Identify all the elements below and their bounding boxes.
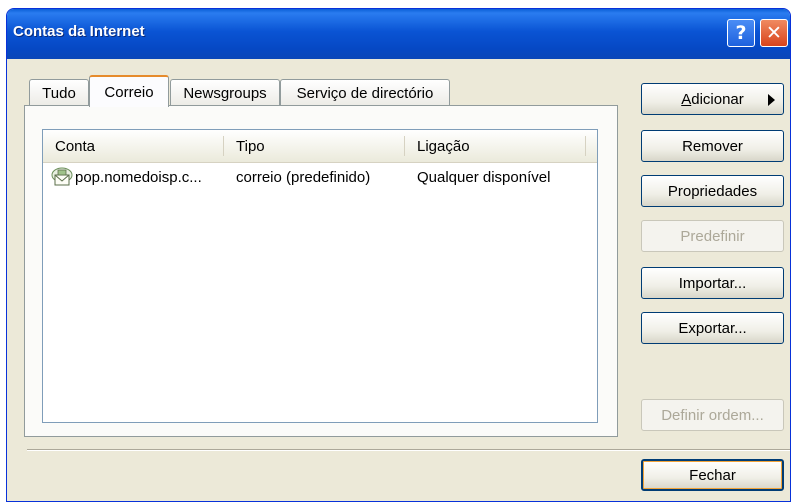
propriedades-button[interactable]: Propriedades xyxy=(641,175,784,207)
column-label: Tipo xyxy=(236,138,265,155)
separator-line xyxy=(27,449,790,451)
tab-servico-de-directorio[interactable]: Serviço de directório xyxy=(280,79,450,106)
column-header-ligacao[interactable]: Ligação xyxy=(405,130,585,163)
adicionar-button[interactable]: Adicionar xyxy=(641,83,784,115)
tab-label: Correio xyxy=(104,83,154,101)
window-title: Contas da Internet xyxy=(13,23,145,40)
adicionar-label: Adicionar xyxy=(681,91,744,108)
accounts-list[interactable]: Conta Tipo Ligação pop.nomedoisp.c... co… xyxy=(42,129,598,423)
tab-newsgroups[interactable]: Newsgroups xyxy=(170,79,280,106)
mail-account-icon xyxy=(51,167,73,186)
tab-label: Serviço de directório xyxy=(296,84,434,102)
tab-label: Tudo xyxy=(42,84,76,102)
tab-label: Newsgroups xyxy=(183,84,267,102)
title-bar[interactable]: Contas da Internet ? ✕ xyxy=(7,9,790,59)
column-separator[interactable] xyxy=(585,136,586,156)
column-header-tipo[interactable]: Tipo xyxy=(224,130,404,163)
remover-button[interactable]: Remover xyxy=(641,130,784,162)
tab-tudo[interactable]: Tudo xyxy=(29,79,89,106)
predefinir-button[interactable]: Predefinir xyxy=(641,220,784,252)
button-label: Importar... xyxy=(678,274,747,292)
button-label: Remover xyxy=(682,137,743,155)
submenu-arrow-icon xyxy=(768,94,775,106)
internet-accounts-dialog: Contas da Internet ? ✕ Tudo Correio News… xyxy=(6,8,791,502)
list-header: Conta Tipo Ligação xyxy=(43,130,597,163)
label-rest: dicionar xyxy=(691,90,744,108)
fechar-button[interactable]: Fechar xyxy=(641,459,784,491)
cell-tipo: correio (predefinido) xyxy=(236,169,371,186)
importar-button[interactable]: Importar... xyxy=(641,267,784,299)
button-label: Propriedades xyxy=(667,182,758,200)
button-label: Predefinir xyxy=(680,227,745,245)
button-label: Exportar... xyxy=(678,319,747,337)
column-label: Ligação xyxy=(417,138,470,155)
button-label: Definir ordem... xyxy=(661,406,764,424)
button-label: Fechar xyxy=(689,466,736,484)
tab-correio[interactable]: Correio xyxy=(89,75,169,107)
table-row[interactable]: pop.nomedoisp.c... correio (predefinido)… xyxy=(43,164,597,192)
exportar-button[interactable]: Exportar... xyxy=(641,312,784,344)
mnemonic-letter: A xyxy=(681,90,692,108)
definir-ordem-button[interactable]: Definir ordem... xyxy=(641,399,784,431)
help-button[interactable]: ? xyxy=(727,19,755,47)
close-button[interactable]: ✕ xyxy=(760,19,788,47)
cell-conta: pop.nomedoisp.c... xyxy=(75,169,202,186)
close-icon: ✕ xyxy=(766,22,782,44)
help-icon: ? xyxy=(735,22,747,44)
column-header-conta[interactable]: Conta xyxy=(43,130,223,163)
cell-ligacao: Qualquer disponível xyxy=(417,169,551,186)
column-label: Conta xyxy=(55,138,96,155)
